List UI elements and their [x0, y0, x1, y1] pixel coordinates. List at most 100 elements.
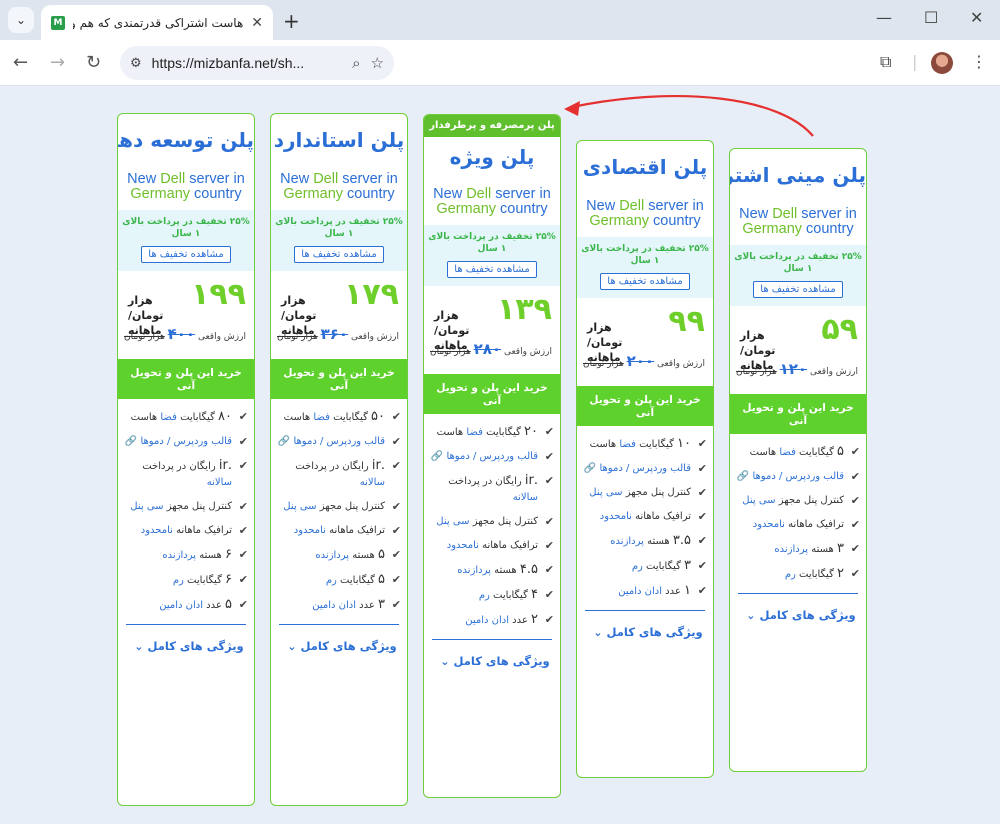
plan-name: پلن مینی اشتراکی	[730, 163, 866, 187]
buy-plan-button[interactable]: خرید این پلن و تحویل آنی	[577, 386, 713, 426]
feature-link[interactable]: نامحدود	[141, 525, 173, 536]
feature-link[interactable]: پردازنده	[774, 544, 808, 555]
close-window-icon[interactable]: ✕	[970, 8, 983, 27]
real-value-old: ۲۰۰	[626, 352, 655, 370]
promo-brand: Dell	[466, 186, 492, 202]
feature-link[interactable]: نامحدود	[753, 519, 785, 530]
feature-link[interactable]: قالب وردپرس / دموها	[599, 463, 691, 474]
feature-link[interactable]: فضا	[160, 412, 177, 423]
feature-rest: هاست	[130, 412, 158, 423]
feature-link[interactable]: قالب وردپرس / دموها	[752, 471, 844, 482]
real-value-unit: هزار تومان	[736, 367, 777, 377]
feature-link[interactable]: سی پنل	[130, 501, 163, 512]
feature-item: ✔ .ir رایگان در پرداخت سالانه	[430, 473, 554, 506]
view-discounts-button[interactable]: مشاهده تخفیف ها	[447, 261, 537, 278]
feature-number: ۲۰	[524, 424, 538, 439]
feature-item: ✔ ۳ هسته پردازنده	[736, 541, 860, 558]
server-promo: New Dell server in Germany country	[280, 171, 398, 202]
site-info-icon[interactable]: ⚙	[130, 56, 142, 71]
menu-kebab-icon[interactable]: ⋮	[971, 52, 987, 71]
full-features-toggle[interactable]: ویژگی های کامل ⌄	[577, 625, 713, 639]
feature-link[interactable]: ادان دامین	[312, 600, 356, 611]
feature-link[interactable]: رم	[785, 569, 796, 580]
server-promo: New Dell server in Germany country	[433, 186, 551, 217]
feature-text: گیگابایت	[646, 561, 681, 572]
check-icon: ✔	[697, 486, 707, 499]
feature-link[interactable]: سی پنل	[436, 516, 469, 527]
feature-link[interactable]: نامحدود	[447, 540, 479, 551]
view-discounts-button[interactable]: مشاهده تخفیف ها	[294, 246, 384, 263]
buy-plan-button[interactable]: خرید این پلن و تحویل آنی	[424, 374, 560, 414]
check-icon: ✔	[697, 584, 707, 597]
feature-number: ۱	[684, 583, 691, 598]
forward-icon[interactable]: →	[50, 52, 65, 73]
minimize-icon[interactable]: —	[876, 8, 892, 27]
feature-link[interactable]: سی پنل	[283, 501, 316, 512]
feature-link[interactable]: رم	[632, 561, 643, 572]
view-discounts-button[interactable]: مشاهده تخفیف ها	[600, 273, 690, 290]
buy-plan-button[interactable]: خرید این پلن و تحویل آنی	[730, 394, 866, 434]
check-icon: ✔	[238, 435, 248, 448]
buy-plan-button[interactable]: خرید این پلن و تحویل آنی	[271, 359, 407, 399]
feature-text: گیگابایت	[486, 427, 521, 438]
full-features-toggle[interactable]: ویژگی های کامل ⌄	[730, 608, 866, 622]
feature-link[interactable]: رم	[326, 575, 337, 586]
feature-link[interactable]: نامحدود	[600, 511, 632, 522]
view-discounts-button[interactable]: مشاهده تخفیف ها	[753, 281, 843, 298]
full-features-toggle[interactable]: ویژگی های کامل ⌄	[424, 654, 560, 668]
feature-link[interactable]: ادان دامین	[159, 600, 203, 611]
check-icon: ✔	[850, 567, 860, 580]
feature-link[interactable]: قالب وردپرس / دموها	[140, 436, 232, 447]
profile-avatar[interactable]	[931, 52, 953, 74]
feature-item: ✔ ۳ عدد ادان دامین	[277, 597, 401, 614]
feature-link[interactable]: پردازنده	[315, 550, 349, 561]
buy-plan-button[interactable]: خرید این پلن و تحویل آنی	[118, 359, 254, 399]
full-features-toggle[interactable]: ویژگی های کامل ⌄	[271, 639, 407, 653]
price-block: ۵۹ هزار تومان/ ماهانه ارزش واقعی ۱۲۰ هزار …	[730, 306, 866, 394]
feature-item: ✔ .ir رایگان در پرداخت سالانه	[277, 458, 401, 491]
check-icon: ✔	[238, 573, 248, 586]
feature-link[interactable]: پردازنده	[162, 550, 196, 561]
view-discounts-button[interactable]: مشاهده تخفیف ها	[141, 246, 231, 263]
feature-link[interactable]: پردازنده	[610, 536, 644, 547]
maximize-icon[interactable]: ☐	[924, 8, 938, 27]
zoom-icon[interactable]: ⌕	[352, 54, 360, 72]
feature-link[interactable]: سی پنل	[589, 487, 622, 498]
feature-link[interactable]: سالانه	[513, 492, 538, 503]
feature-link[interactable]: ادان دامین	[618, 586, 662, 597]
chevron-down-icon: ⌄	[287, 640, 297, 653]
feature-link[interactable]: پردازنده	[457, 565, 491, 576]
check-icon: ✔	[391, 500, 401, 513]
feature-link[interactable]: ادان دامین	[465, 615, 509, 626]
feature-link[interactable]: فضا	[619, 439, 636, 450]
bookmark-star-icon[interactable]: ☆	[371, 54, 384, 72]
feature-link[interactable]: رم	[173, 575, 184, 586]
extensions-icon[interactable]: ⧉	[880, 52, 891, 72]
reload-icon[interactable]: ↻	[86, 52, 101, 73]
address-bar[interactable]: ⚙ https://mizbanfa.net/sh... ⌕ ☆	[120, 46, 394, 80]
feature-link[interactable]: سالانه	[207, 477, 232, 488]
feature-link[interactable]: فضا	[313, 412, 330, 423]
full-features-toggle[interactable]: ویژگی های کامل ⌄	[118, 639, 254, 653]
check-icon: ✔	[544, 539, 554, 552]
new-tab-button[interactable]: +	[283, 9, 300, 33]
feature-list: ✔ ۵ گیگابایت فضا هاست ✔ قالب وردپرس / دموها…	[730, 434, 866, 583]
feature-link[interactable]: فضا	[779, 447, 796, 458]
feature-link[interactable]: نامحدود	[294, 525, 326, 536]
close-tab-icon[interactable]: ✕	[251, 15, 263, 31]
check-icon: ✔	[238, 410, 248, 423]
tab-active[interactable]: M هاست اشتراکی قدرتمندی که هم و ✕	[41, 5, 273, 40]
feature-link[interactable]: سی پنل	[742, 495, 775, 506]
feature-item: ✔ ۵۰ گیگابایت فضا هاست	[277, 409, 401, 426]
feature-link[interactable]: رم	[479, 590, 490, 601]
feature-link[interactable]: قالب وردپرس / دموها	[446, 451, 538, 462]
feature-text: ترافیک ماهانه	[788, 519, 844, 530]
feature-text: گیگابایت	[799, 569, 834, 580]
feature-link[interactable]: سالانه	[360, 477, 385, 488]
back-icon[interactable]: ←	[13, 52, 28, 73]
feature-link[interactable]: قالب وردپرس / دموها	[293, 436, 385, 447]
tab-search-button[interactable]: ⌄	[8, 7, 34, 33]
feature-text: کنترل پنل مجهز	[472, 516, 538, 527]
feature-rest: هاست	[283, 412, 311, 423]
feature-link[interactable]: فضا	[466, 427, 483, 438]
